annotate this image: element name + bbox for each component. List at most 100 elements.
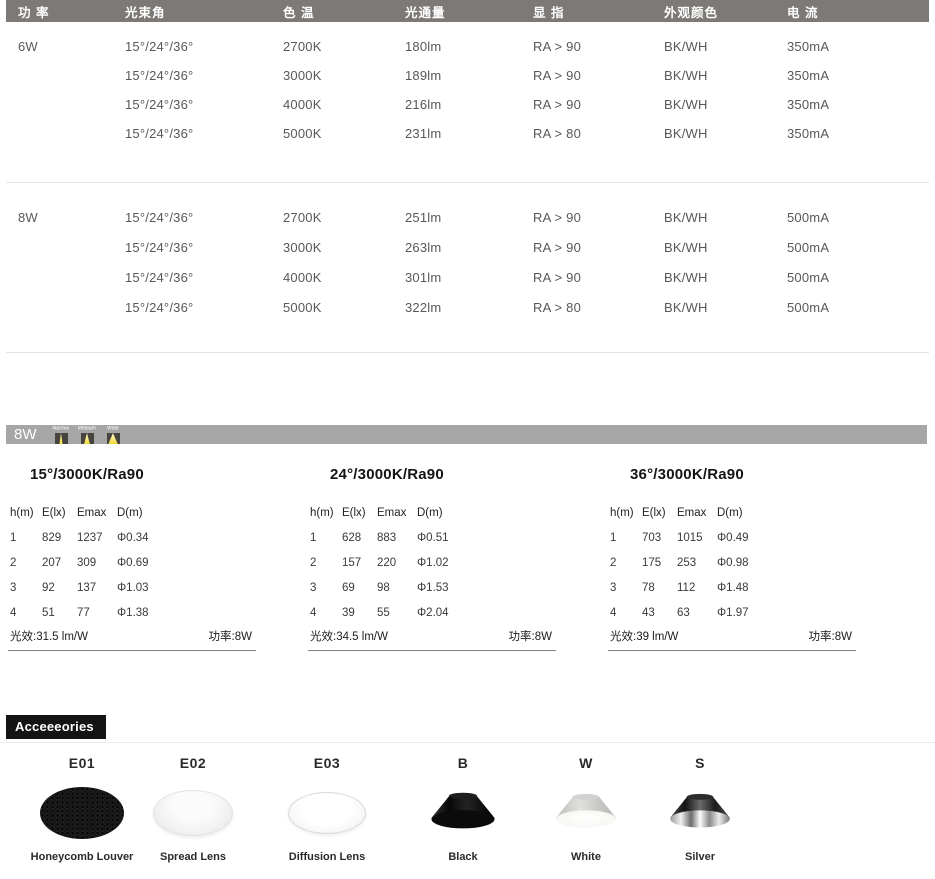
accessory-name: Black [448,851,477,863]
beam-bar-power-label: 8W [6,425,37,444]
table-row: 4 51 77 Φ1.38 [8,600,260,625]
accessory-white: W White [520,755,652,875]
cell-flux: 263lm [405,240,533,255]
photometry-footer: 光效:34.5 lm/W 功率:8W [308,625,556,651]
header-color-temp: 色 温 [283,2,405,21]
spec-group-8w: 8W 15°/24°/36° 2700K 251lm RA > 90 BK/WH… [0,202,935,322]
cell-current: 350mA [787,126,935,141]
cell-color: BK/WH [664,270,787,285]
cell-current: 350mA [787,39,935,54]
accessory-e02: E02 Spread Lens [127,755,259,875]
cell-current: 350mA [787,68,935,83]
header-cri: 显 指 [533,2,664,21]
cell-cct: 3000K [283,240,405,255]
beam-narrow: Narrow [53,425,70,444]
photometry-footer: 光效:31.5 lm/W 功率:8W [8,625,256,651]
beam-wide-label: Wide [107,426,119,432]
accessory-code: S [695,755,705,775]
accessory-code: E01 [69,755,95,775]
photometry-title: 15°/3000K/Ra90 [30,466,144,483]
cell-current: 500mA [787,240,935,255]
cell-cct: 5000K [283,126,405,141]
table-row: 15°/24°/36° 3000K 189lm RA > 90 BK/WH 35… [0,61,935,90]
cell-color: BK/WH [664,210,787,225]
cell-current: 500mA [787,270,935,285]
table-row: 4 43 63 Φ1.97 [608,600,860,625]
cell-beam-angle: 15°/24°/36° [125,270,283,285]
table-row: 15°/24°/36° 5000K 231lm RA > 80 BK/WH 35… [0,119,935,148]
cell-beam-angle: 15°/24°/36° [125,240,283,255]
cell-color: BK/WH [664,240,787,255]
efficacy-value: 光效:39 lm/W [610,628,678,644]
cell-flux: 180lm [405,39,533,54]
accessory-code: B [458,755,469,775]
cell-current: 500mA [787,210,935,225]
power-value: 功率:8W [809,628,852,644]
photometry-title: 36°/3000K/Ra90 [630,466,744,483]
header-current: 电 流 [787,2,929,21]
table-row: 15°/24°/36° 5000K 322lm RA > 80 BK/WH 50… [0,292,935,322]
cell-flux: 216lm [405,97,533,112]
cell-cct: 3000K [283,68,405,83]
cell-beam-angle: 15°/24°/36° [125,97,283,112]
table-row: 15°/24°/36° 4000K 216lm RA > 90 BK/WH 35… [0,90,935,119]
divider [6,352,929,353]
cell-flux: 322lm [405,300,533,315]
cell-current: 500mA [787,300,935,315]
black-reflector-icon [428,775,498,851]
efficacy-value: 光效:34.5 lm/W [310,628,388,644]
accessory-name: Spread Lens [160,851,226,863]
cell-color: BK/WH [664,39,787,54]
beam-narrow-label: Narrow [53,426,69,432]
photometry-footer: 光效:39 lm/W 功率:8W [608,625,856,651]
divider [6,182,929,183]
cell-cct: 4000K [283,97,405,112]
table-row: 4 39 55 Φ2.04 [308,600,560,625]
beam-icons: Narrow Medium Wide [53,425,122,444]
photometry-header-row: h(m) E(lx) Emax D(m) [8,500,260,525]
accessory-name: White [571,851,601,863]
efficacy-value: 光效:31.5 lm/W [10,628,88,644]
table-row: 15°/24°/36° 4000K 301lm RA > 90 BK/WH 50… [0,262,935,292]
divider [0,742,935,743]
table-row: 15°/24°/36° 3000K 263lm RA > 90 BK/WH 50… [0,232,935,262]
accessories-section-label: Acceeeories [6,715,106,739]
diffusion-lens-icon [288,775,366,851]
cell-flux: 301lm [405,270,533,285]
header-luminous-flux: 光通量 [405,2,533,21]
cell-cri: RA > 90 [533,270,664,285]
beam-medium: Medium [79,425,96,444]
accessory-silver: S Silver [634,755,766,875]
cell-cct: 2700K [283,210,405,225]
cell-flux: 251lm [405,210,533,225]
table-row: 3 92 137 Φ1.03 [8,575,260,600]
cell-cct: 5000K [283,300,405,315]
header-housing-color: 外观颜色 [664,2,787,21]
cell-cct: 4000K [283,270,405,285]
table-row: 2 207 309 Φ0.69 [8,550,260,575]
beam-section-bar: 8W Narrow Medium Wide [6,425,927,444]
photometry-header-row: h(m) E(lx) Emax D(m) [308,500,560,525]
cell-flux: 231lm [405,126,533,141]
white-reflector-icon [553,775,619,851]
wide-beam-icon [107,433,120,444]
cell-current: 350mA [787,97,935,112]
cell-beam-angle: 15°/24°/36° [125,210,283,225]
cell-cri: RA > 90 [533,39,664,54]
cell-cct: 2700K [283,39,405,54]
cell-cri: RA > 90 [533,97,664,112]
medium-beam-icon [81,433,94,444]
table-row: 2 157 220 Φ1.02 [308,550,560,575]
accessory-e03: E03 Diffusion Lens [261,755,393,875]
power-value: 功率:8W [509,628,552,644]
cell-color: BK/WH [664,97,787,112]
header-power: 功 率 [18,2,125,21]
cell-color: BK/WH [664,126,787,141]
cell-beam-angle: 15°/24°/36° [125,39,283,54]
table-row: 1 703 1015 Φ0.49 [608,525,860,550]
table-row: 3 78 112 Φ1.48 [608,575,860,600]
power-value: 功率:8W [209,628,252,644]
photometry-header-row: h(m) E(lx) Emax D(m) [608,500,860,525]
table-row: 1 628 883 Φ0.51 [308,525,560,550]
spec-table-header: 功 率 光束角 色 温 光通量 显 指 外观颜色 电 流 [6,0,929,22]
